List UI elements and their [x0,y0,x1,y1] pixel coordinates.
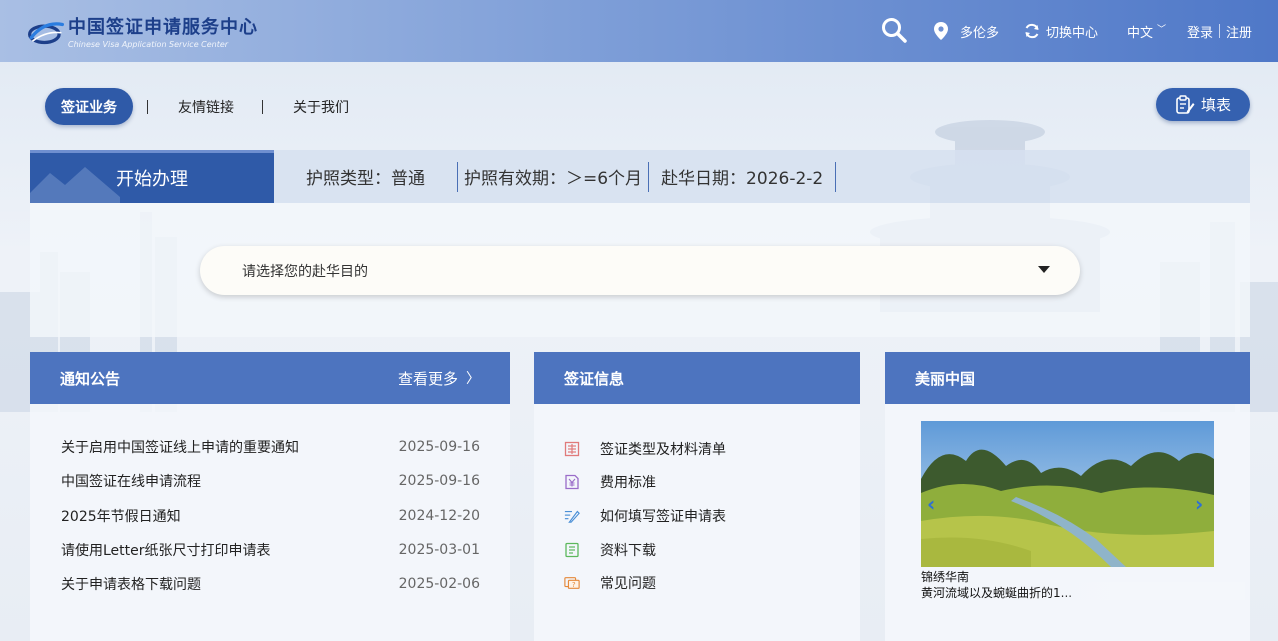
visa-info-item[interactable]: 如何填写签证申请表 [564,499,860,533]
visa-info-label: 常见问题 [600,576,656,593]
fill-form-button[interactable]: 填表 [1156,88,1250,121]
carousel-image[interactable] [921,421,1214,567]
logo-chinese-text: 中国签证申请服务中心 [68,17,258,38]
chevron-right-icon: 〉 [466,371,480,387]
notice-item-title: 关于启用中国签证线上申请的重要通知 [61,440,299,457]
top-bar: 中国签证申请服务中心 Chinese Visa Application Serv… [0,0,1278,62]
language-label: 中文 [1127,25,1154,41]
start-application-tab[interactable]: 开始办理 [30,150,274,203]
main-nav: 签证业务 友情链接 关于我们 [45,88,349,125]
caption-fade-overlay [1055,582,1245,600]
beautiful-china-title: 美丽中国 [915,369,976,388]
notice-card: 通知公告 查看更多 〉 关于启用中国签证线上申请的重要通知 2025-09-16 … [30,352,510,641]
start-application-bar: 开始办理 护照类型：普通 护照有效期：＞=6个月 赴华日期：2026-2-2 [30,150,1250,203]
notice-title: 通知公告 [60,369,121,388]
carousel-prev-arrow[interactable]: ‹ [927,492,935,516]
visa-info-item[interactable]: 资料下载 [564,533,860,567]
nav-divider [147,99,148,114]
notice-item[interactable]: 2025年节假日通知 2024-12-20 [61,499,480,533]
refresh-icon [1025,23,1039,39]
visa-info-title: 签证信息 [564,369,625,388]
chevron-down-icon: ﹀ [1157,24,1167,35]
notice-item-title: 关于申请表格下载问题 [61,577,201,594]
visa-info-label: 费用标准 [600,475,656,492]
visa-info-list: 签证类型及材料清单 费用标准 如何填写签证申请表 资料下载 ? 常见问题 [534,404,860,600]
checklist-icon [564,441,580,456]
visa-info-header: 签证信息 [534,352,860,404]
purpose-placeholder: 请选择您的赴华目的 [242,263,368,280]
visa-info-card: 签证信息 签证类型及材料清单 费用标准 如何填写签证申请表 资料下载 ? 常见问… [534,352,860,641]
tab-wave-decoration [30,167,120,203]
passport-type: 护照类型：普通 [306,169,425,189]
notice-item-title: 请使用Letter纸张尺寸打印申请表 [61,543,271,560]
svg-text:?: ? [572,580,576,589]
fill-form-label: 填表 [1200,96,1231,114]
visa-info-item[interactable]: ? 常见问题 [564,566,860,600]
notice-item-date: 2025-03-01 [398,542,480,559]
info-divider [835,161,837,192]
carousel-caption-desc: 黄河流域以及蜿蜒曲折的1... [921,586,1073,600]
location-selector[interactable]: 多伦多 [934,0,999,62]
notice-header: 通知公告 查看更多 〉 [30,352,510,404]
location-label: 多伦多 [960,25,1000,41]
notice-item[interactable]: 关于申请表格下载问题 2025-02-06 [61,567,480,601]
notice-item-date: 2024-12-20 [398,507,480,524]
document-icon [565,542,579,557]
passport-validity: 护照有效期：＞=6个月 [457,161,648,192]
logo-english-text: Chinese Visa Application Service Center [68,40,229,49]
yuan-doc-icon [565,475,579,490]
auth-links: 登录 注册 [1187,0,1252,62]
passport-info: 护照类型：普通 护照有效期：＞=6个月 赴华日期：2026-2-2 [274,150,837,203]
search-icon[interactable] [880,16,908,44]
visa-info-label: 签证类型及材料清单 [600,441,726,458]
visa-info-item[interactable]: 签证类型及材料清单 [564,432,860,466]
site-logo[interactable]: 中国签证申请服务中心 Chinese Visa Application Serv… [28,10,258,52]
carousel-next-arrow[interactable]: › [1195,492,1203,516]
notice-item-title: 2025年节假日通知 [61,508,181,525]
nav-friendly-links[interactable]: 友情链接 [178,97,234,117]
login-link[interactable]: 登录 [1187,22,1213,41]
notice-item-date: 2025-09-16 [398,439,480,456]
start-tab-label: 开始办理 [116,169,188,190]
view-more-label: 查看更多 [397,369,458,388]
arrival-date: 赴华日期：2026-2-2 [648,161,835,192]
landscape-photo [921,421,1214,567]
switch-center-label: 切换中心 [1046,25,1099,41]
nav-visa-service[interactable]: 签证业务 [45,88,133,125]
logo-swoosh-icon [28,22,64,45]
location-pin-icon [934,22,948,40]
notice-item-title: 中国签证在线申请流程 [61,474,201,491]
notice-item[interactable]: 请使用Letter纸张尺寸打印申请表 2025-03-01 [61,533,480,567]
register-link[interactable]: 注册 [1226,22,1252,41]
visa-info-label: 如何填写签证申请表 [600,508,726,525]
notice-item-date: 2025-02-06 [398,576,480,593]
notice-item[interactable]: 中国签证在线申请流程 2025-09-16 [61,464,480,498]
beautiful-china-card: 美丽中国 ‹ › 锦绣华南 黄河流域以及蜿蜒曲折的1... [885,352,1250,641]
notice-item[interactable]: 关于启用中国签证线上申请的重要通知 2025-09-16 [61,430,480,464]
visa-info-item[interactable]: 费用标准 [564,466,860,500]
purpose-select[interactable]: 请选择您的赴华目的 [200,246,1080,295]
pen-icon [564,510,580,523]
beautiful-china-header: 美丽中国 [885,352,1250,404]
notice-list: 关于启用中国签证线上申请的重要通知 2025-09-16 中国签证在线申请流程 20… [30,404,510,601]
dropdown-caret-icon [1038,266,1050,273]
purpose-panel: 请选择您的赴华目的 [30,203,1250,337]
nav-about-us[interactable]: 关于我们 [293,97,349,117]
view-more-link[interactable]: 查看更多 〉 [398,368,480,389]
visa-info-label: 资料下载 [600,542,656,559]
language-selector[interactable]: 中文 ﹀ [1127,0,1166,62]
notice-item-date: 2025-09-16 [398,473,480,490]
nav-divider [262,99,263,114]
auth-divider [1219,24,1221,38]
carousel-caption-title: 锦绣华南 [921,570,970,584]
switch-center-button[interactable]: 切换中心 [1024,0,1098,62]
question-icon: ? [564,577,580,589]
form-edit-icon [1176,94,1195,114]
